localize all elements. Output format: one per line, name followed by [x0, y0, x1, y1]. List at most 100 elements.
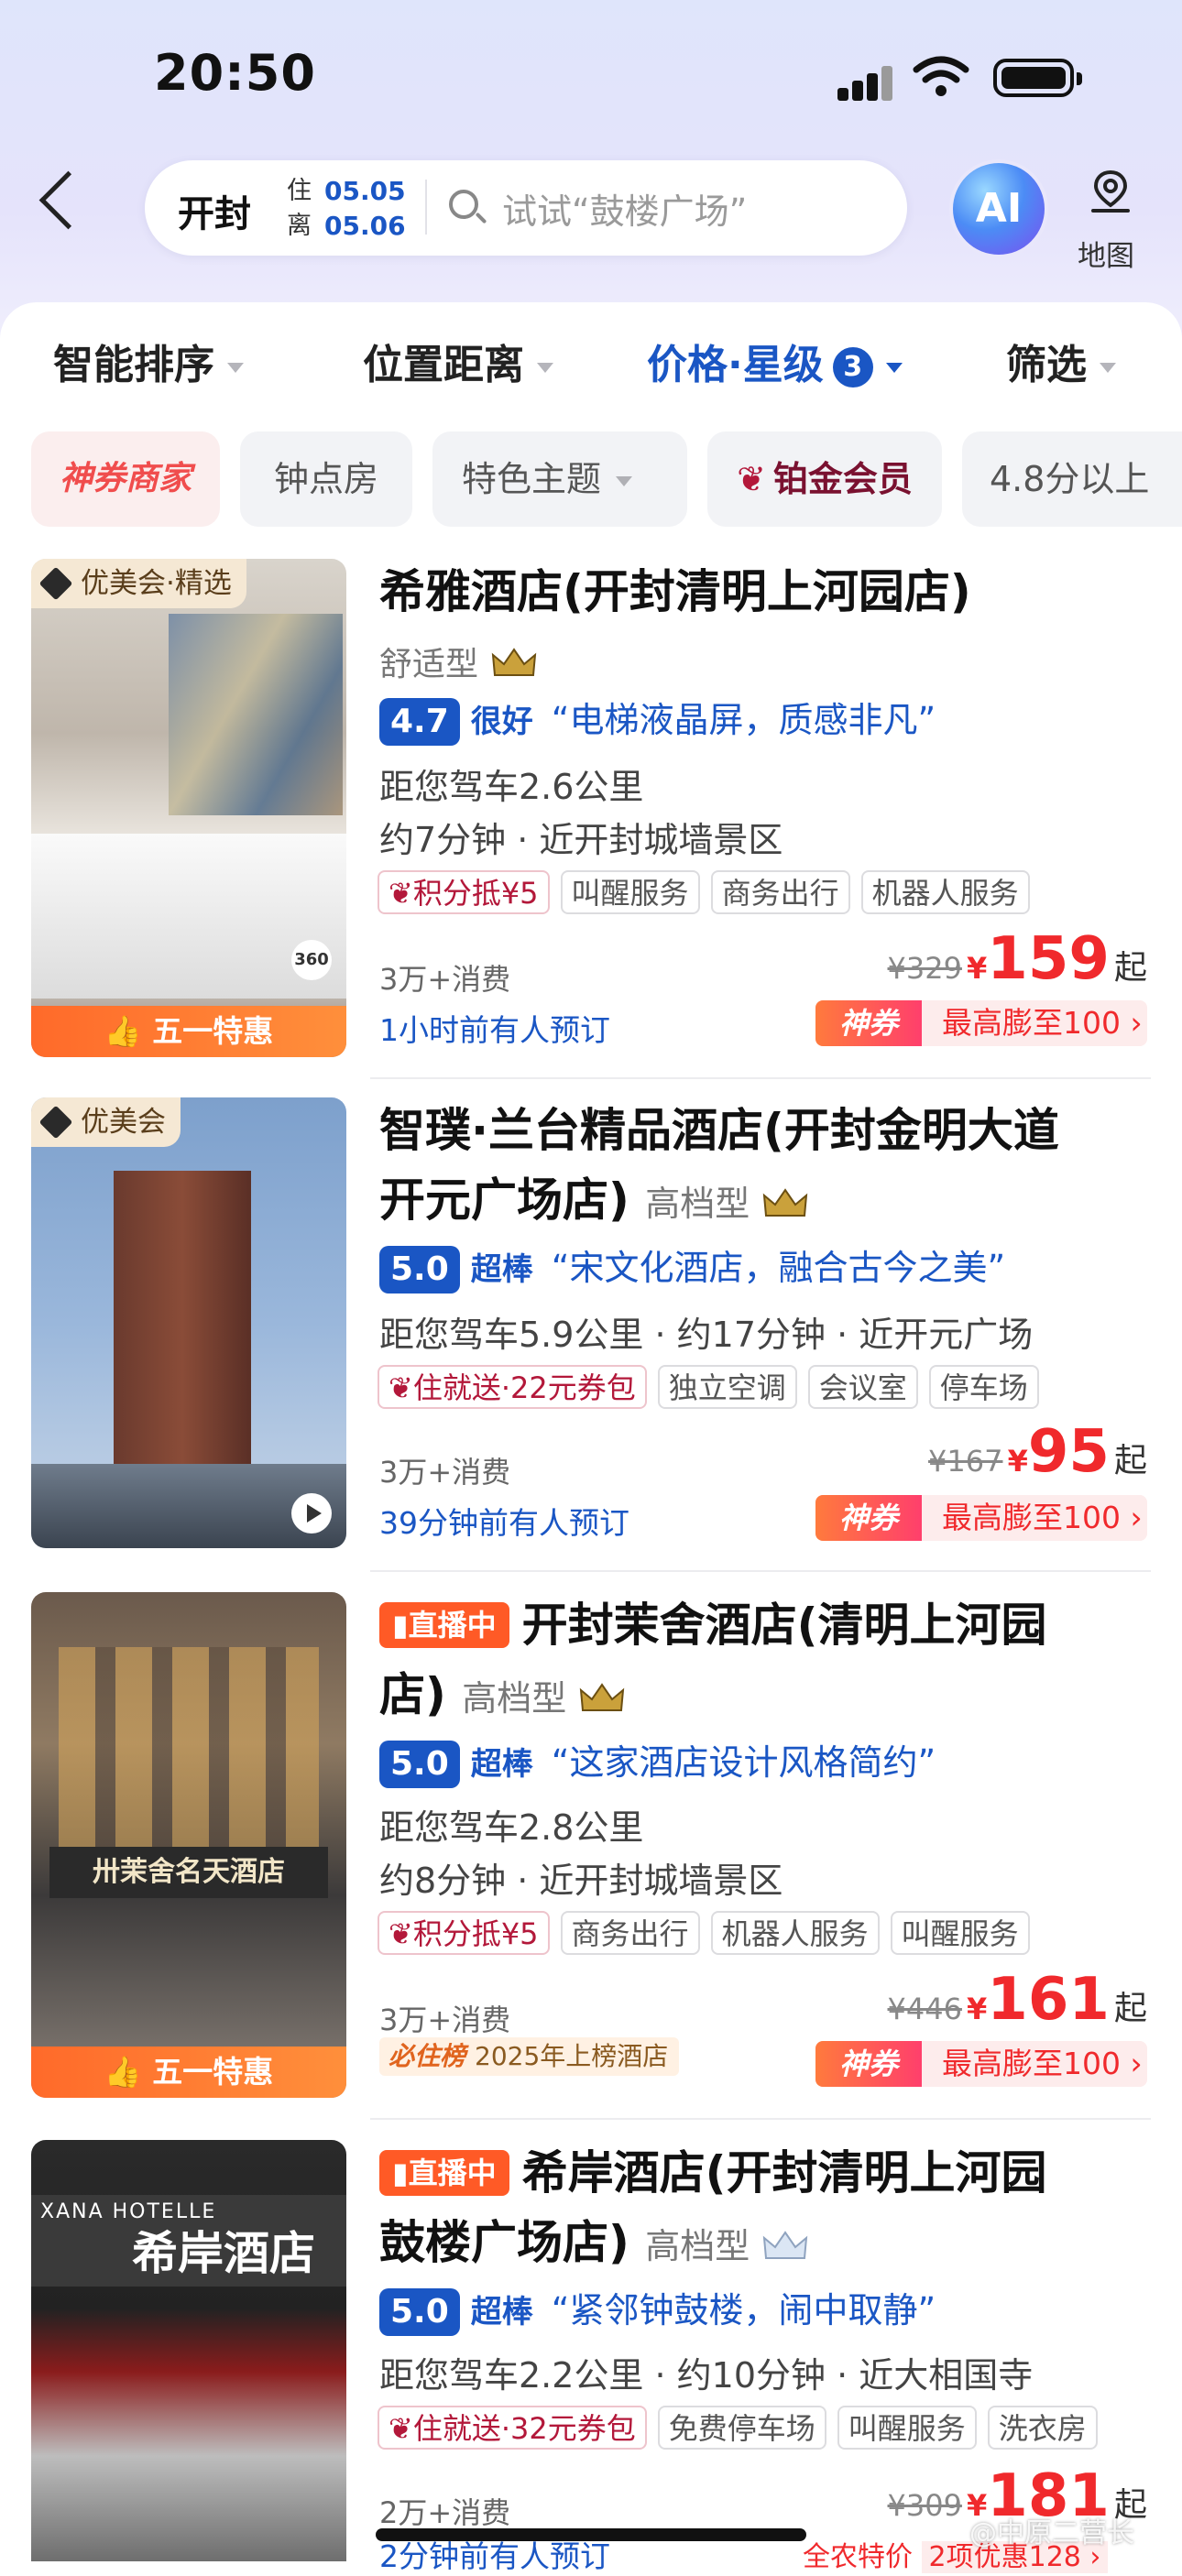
ranking-badge[interactable]: 必住榜 2025年上榜酒店 [379, 2037, 680, 2076]
live-badge[interactable]: ▮直播中 [379, 1602, 509, 1648]
price: 95 [1027, 1418, 1110, 1486]
sort-smart[interactable]: 智能排序 [53, 332, 244, 390]
battery-icon [993, 59, 1082, 97]
price-block[interactable]: ¥167 ¥95 起 [928, 1418, 1147, 1486]
divider [370, 1077, 1151, 1079]
nearby-info: 约7分钟 · 近开封城墙景区 [379, 820, 783, 860]
live-bars-icon: ▮ [392, 1608, 409, 1643]
coupon-badge[interactable]: 神券 最高膨至100 › [815, 2041, 1147, 2087]
status-time: 20:50 [154, 44, 316, 102]
divider [370, 1570, 1151, 1572]
spend-count: 3万+消费 [379, 2003, 511, 2037]
panorama-360-icon[interactable]: 360 [291, 940, 332, 980]
sort-distance[interactable]: 位置距离 [363, 332, 553, 390]
price: 159 [987, 925, 1110, 993]
image-tag: 优美会 [31, 1097, 181, 1147]
chip-hourly-room[interactable]: 钟点房 [240, 431, 412, 527]
crown-icon [763, 1188, 808, 1217]
hotel-name[interactable]: ▮直播中 希岸酒店(开封清明上河园 鼓楼广场店) 高档型 [379, 2138, 1158, 2281]
original-price: ¥329 [887, 951, 962, 986]
diamond-icon [38, 566, 73, 601]
wall-art [169, 614, 343, 815]
lotus-icon: ❦ [389, 1916, 413, 1951]
chip-platinum-member[interactable]: ❦ 铂金会员 [707, 431, 942, 527]
hotel-sign: XANA HOTELLE 希岸酒店 [31, 2195, 346, 2287]
windows [59, 1647, 319, 1876]
spend-count: 3万+消费 [379, 1455, 511, 1490]
lotus-icon: ❦ [389, 1370, 413, 1405]
tag: 商务出行 [710, 870, 850, 914]
map-label[interactable]: 地图 [1078, 233, 1134, 274]
original-price: ¥446 [887, 1992, 962, 2026]
recent-booking: 39分钟前有人预订 [379, 1505, 629, 1541]
tag: 机器人服务 [860, 870, 1030, 914]
ai-assistant-button[interactable]: AI [953, 163, 1045, 255]
search-input[interactable]: 试试“鼓楼广场” [502, 183, 747, 234]
crown-icon [580, 1683, 625, 1711]
tag: 停车场 [928, 1365, 1039, 1409]
live-bars-icon: ▮ [392, 2156, 409, 2190]
hotel-photo[interactable]: XANA HOTELLE 希岸酒店 [31, 2140, 346, 2561]
play-video-icon[interactable] [291, 1493, 332, 1534]
tag: ❦住就送·32元券包 [378, 2406, 647, 2450]
tag: 洗衣房 [987, 2406, 1098, 2450]
filter-count-badge: 3 [832, 347, 873, 387]
distance-info: 距您驾车2.8公里 [379, 1807, 644, 1848]
city-selector[interactable]: 开封 [178, 184, 251, 237]
original-price: ¥309 [887, 2488, 962, 2523]
tag: ❦积分抵¥5 [378, 870, 550, 914]
coupon-badge[interactable]: 神券 最高膨至100 › [815, 1000, 1147, 1046]
spend-count: 3万+消费 [379, 962, 511, 997]
price-block[interactable]: ¥329 ¥159 起 [888, 925, 1148, 993]
tag: 商务出行 [560, 1911, 700, 1955]
tag: 免费停车场 [657, 2406, 826, 2450]
search-icon [449, 190, 478, 219]
hotel-photo[interactable]: 优美会·精选 360 👍 五一特惠 [31, 559, 346, 1057]
sort-price-star[interactable]: 价格·星级 3 [647, 332, 903, 390]
tag: 独立空调 [657, 1365, 797, 1409]
tag: 会议室 [807, 1365, 918, 1409]
sort-filter[interactable]: 筛选 [1006, 332, 1116, 390]
map-pin-icon[interactable] [1088, 169, 1133, 214]
hotel-name[interactable]: 希雅酒店(开封清明上河园店) [379, 557, 1158, 627]
promo-banner: 👍 五一特惠 [31, 2047, 346, 2098]
hotel-photo[interactable]: 优美会 [31, 1097, 346, 1548]
spend-count: 2万+消费 [379, 2495, 511, 2530]
rating-row: 5.0 超棒 “这家酒店设计风格简约” [379, 1739, 936, 1788]
cellular-signal-icon [837, 62, 892, 101]
hotel-sign: 卅茉舍名天酒店 [49, 1847, 328, 1898]
tag-row: ❦积分抵¥5 商务出行 机器人服务 叫醒服务 [378, 1911, 1030, 1957]
live-badge[interactable]: ▮直播中 [379, 2150, 509, 2196]
crown-icon [763, 2231, 808, 2259]
rating-row: 5.0 超棒 “宋文化酒店，融合古今之美” [379, 1244, 1005, 1293]
coupon-badge[interactable]: 神券 最高膨至100 › [815, 1495, 1147, 1541]
image-tag: 优美会·精选 [31, 559, 246, 608]
thumbs-up-icon: 👍 [104, 1013, 153, 1049]
date-selector[interactable]: 05.05 05.06 [324, 174, 406, 244]
tag: ❦住就送·22元券包 [378, 1365, 647, 1409]
thumbs-up-icon: 👍 [104, 2054, 153, 2090]
price: 161 [987, 1966, 1110, 2034]
rating-row: 4.7 很好 “电梯液晶屏，质感非凡” [379, 696, 936, 746]
price-block[interactable]: ¥446 ¥161 起 [888, 1966, 1148, 2034]
distance-info: 距您驾车2.6公里 [379, 767, 644, 807]
divider [370, 2118, 1151, 2120]
chip-coupon-merchant[interactable]: 神券商家 [31, 431, 220, 527]
chip-theme[interactable]: 特色主题 [432, 431, 687, 527]
date-labels: 住离 [287, 177, 312, 240]
distance-info: 距您驾车2.2公里 · 约10分钟 · 近大相国寺 [379, 2355, 1034, 2396]
nearby-info: 约8分钟 · 近开封城墙景区 [379, 1861, 783, 1901]
hotel-photo[interactable]: 卅茉舍名天酒店 👍 五一特惠 [31, 1592, 346, 2098]
tag: 叫醒服务 [890, 1911, 1030, 1955]
rating-row: 5.0 超棒 “紧邻钟鼓楼，闹中取静” [379, 2287, 936, 2336]
home-indicator[interactable] [376, 2528, 806, 2541]
wifi-icon [913, 56, 969, 96]
hotel-name[interactable]: ▮直播中 开封茉舍酒店(清明上河园 店) 高档型 [379, 1590, 1158, 1733]
chip-rating[interactable]: 4.8分以上 [962, 431, 1182, 527]
tag-row: ❦住就送·32元券包 免费停车场 叫醒服务 洗衣房 [378, 2406, 1098, 2451]
original-price: ¥167 [928, 1444, 1003, 1479]
lotus-icon: ❦ [389, 2411, 413, 2446]
hotel-name[interactable]: 智璞·兰台精品酒店(开封金明大道 开元广场店) 高档型 [379, 1096, 1158, 1239]
distance-info: 距您驾车5.9公里 · 约17分钟 · 近开元广场 [379, 1315, 1034, 1355]
tag: 叫醒服务 [837, 2406, 977, 2450]
